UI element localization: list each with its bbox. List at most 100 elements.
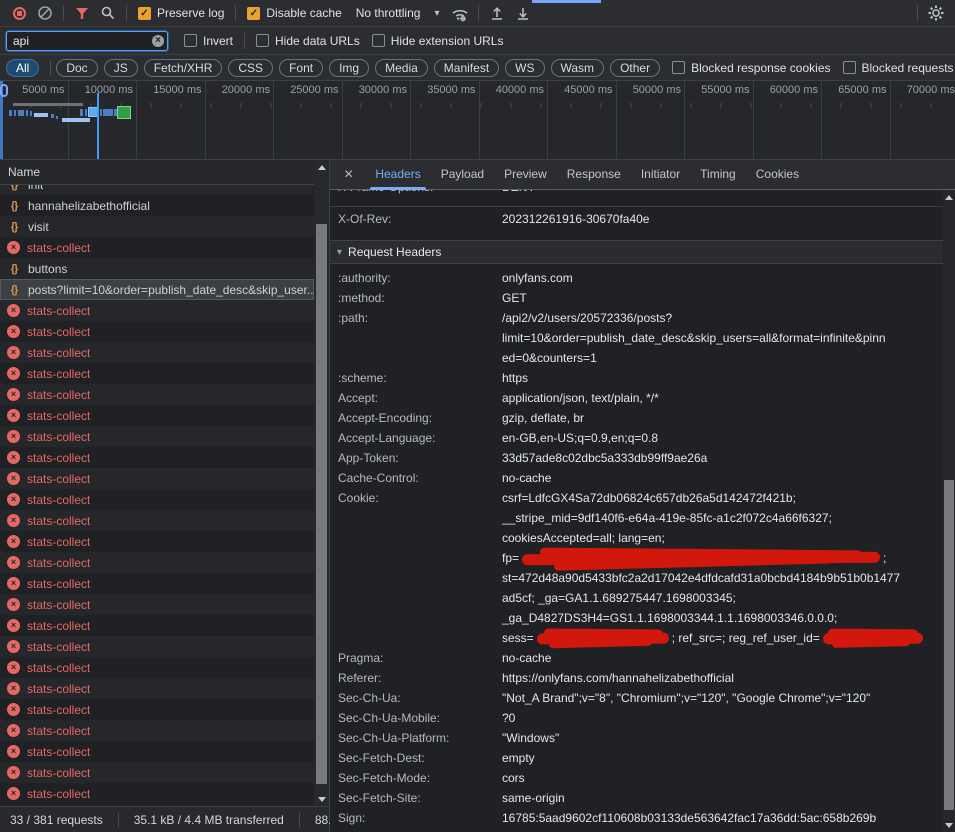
scrollbar-thumb[interactable] (944, 480, 954, 810)
scroll-down-button[interactable] (943, 818, 955, 832)
request-row[interactable]: × stats-collect (0, 405, 314, 426)
import-har-button[interactable] (484, 2, 510, 24)
resource-type-icon: × (7, 745, 20, 758)
export-har-button[interactable] (510, 2, 536, 24)
hide-data-urls-label: Hide data URLs (275, 34, 360, 48)
type-chip[interactable]: WS (505, 59, 544, 77)
request-list-scrollbar[interactable] (314, 160, 329, 806)
request-row[interactable]: × stats-collect (0, 426, 314, 447)
type-chip[interactable]: Manifest (434, 59, 499, 77)
request-row[interactable]: × stats-collect (0, 363, 314, 384)
header-row: :scheme: https (330, 368, 943, 388)
resource-type-icon: × (7, 577, 20, 590)
request-row[interactable]: × stats-collect (0, 594, 314, 615)
request-row[interactable]: × stats-collect (0, 741, 314, 762)
type-chip[interactable]: Doc (56, 59, 97, 77)
filter-input[interactable] (6, 31, 168, 51)
request-row[interactable]: × stats-collect (0, 657, 314, 678)
devtools-settings-button[interactable] (923, 2, 949, 24)
clear-log-button[interactable] (32, 2, 58, 24)
disable-cache-checkbox[interactable]: ✓ Disable cache (247, 6, 341, 20)
request-row[interactable]: × stats-collect (0, 636, 314, 657)
scroll-up-button[interactable] (943, 190, 955, 204)
request-row[interactable]: × stats-collect (0, 342, 314, 363)
details-tab[interactable]: Response (557, 160, 631, 190)
request-row[interactable]: × stats-collect (0, 573, 314, 594)
type-chip-all[interactable]: All (6, 59, 39, 77)
close-details-button[interactable]: × (344, 167, 353, 183)
invert-label: Invert (203, 34, 233, 48)
details-scrollbar[interactable] (943, 190, 955, 832)
request-row[interactable]: × stats-collect (0, 384, 314, 405)
scroll-up-button[interactable] (314, 160, 329, 174)
details-tab[interactable]: Payload (431, 160, 494, 190)
type-chip[interactable]: Fetch/XHR (144, 59, 223, 77)
request-row[interactable]: × stats-collect (0, 447, 314, 468)
type-chip[interactable]: Wasm (551, 59, 605, 77)
clear-filter-icon[interactable]: × (152, 35, 164, 47)
details-tab[interactable]: Preview (494, 160, 557, 190)
search-button[interactable] (95, 2, 121, 24)
request-row[interactable]: {} visit (0, 216, 314, 237)
header-row: :authority: onlyfans.com (330, 268, 943, 288)
request-headers-list: :authority: onlyfans.com :method: GET :p… (330, 264, 943, 832)
request-headers-section-header[interactable]: ▾ Request Headers (330, 240, 943, 264)
invert-checkbox[interactable]: Invert (184, 34, 233, 48)
request-row[interactable]: × stats-collect (0, 783, 314, 804)
request-row[interactable]: {} buttons (0, 258, 314, 279)
details-tab[interactable]: Headers (365, 160, 430, 190)
header-name: Sec-Fetch-Mode: (330, 768, 502, 788)
type-chip[interactable]: Font (279, 59, 323, 77)
type-chip[interactable]: Img (329, 59, 369, 77)
scrollbar-thumb[interactable] (316, 224, 327, 784)
header-value: en-GB,en-US;q=0.9,en;q=0.8 (502, 428, 943, 448)
details-tab[interactable]: Initiator (631, 160, 690, 190)
resource-type-icon: × (7, 703, 20, 716)
request-row[interactable]: {} init (0, 185, 314, 195)
request-row[interactable]: {} posts?limit=10&order=publish_date_des… (0, 279, 314, 300)
preserve-log-checkbox[interactable]: ✓ Preserve log (138, 6, 224, 20)
request-row[interactable]: × stats-collect (0, 510, 314, 531)
request-row[interactable]: × stats-collect (0, 531, 314, 552)
throttling-select[interactable]: No throttling ▾ (356, 6, 440, 20)
hide-extension-urls-checkbox[interactable]: Hide extension URLs (372, 34, 504, 48)
request-row[interactable]: × stats-collect (0, 237, 314, 258)
network-overview-timeline[interactable]: 5000 ms 10000 ms 15000 ms 20000 ms 25000… (0, 81, 955, 160)
type-chip[interactable]: CSS (228, 59, 273, 77)
header-row: Pragma: no-cache (330, 648, 943, 668)
type-chip[interactable]: Other (610, 59, 660, 77)
request-row[interactable]: × stats-collect (0, 321, 314, 342)
blocked-filter-checkbox[interactable]: Blocked requests (843, 61, 954, 75)
request-row[interactable]: {} hannahelizabethofficial (0, 195, 314, 216)
resource-type-icon: {} (7, 263, 21, 275)
request-row[interactable]: × stats-collect (0, 762, 314, 783)
request-row[interactable]: × stats-collect (0, 615, 314, 636)
checkbox-checked-icon: ✓ (247, 7, 260, 20)
request-row[interactable]: × stats-collect (0, 468, 314, 489)
request-row[interactable]: × stats-collect (0, 489, 314, 510)
blocked-filter-checkbox[interactable]: Blocked response cookies (672, 61, 830, 75)
request-name: stats-collect (27, 493, 90, 507)
record-toggle-button[interactable] (6, 2, 32, 24)
type-chip[interactable]: JS (104, 59, 138, 77)
network-conditions-button[interactable] (447, 2, 473, 24)
request-row[interactable]: × stats-collect (0, 699, 314, 720)
request-row[interactable]: × stats-collect (0, 678, 314, 699)
filter-toggle-button[interactable] (69, 2, 95, 24)
type-chip[interactable]: Media (375, 59, 428, 77)
details-tab[interactable]: Cookies (746, 160, 809, 190)
header-value: same-origin (502, 788, 943, 808)
request-row[interactable]: × stats-collect (0, 552, 314, 573)
details-tab[interactable]: Timing (690, 160, 746, 190)
chevron-down-icon: ▾ (434, 8, 439, 19)
name-column-header[interactable]: Name (0, 160, 329, 185)
gear-icon (927, 4, 945, 22)
cookie-line: cookiesAccepted=all; lang=en; (502, 528, 943, 548)
request-row[interactable]: × stats-collect (0, 720, 314, 741)
request-row[interactable]: × stats-collect (0, 300, 314, 321)
export-icon (515, 5, 531, 21)
summary-divider (118, 813, 119, 827)
redaction-mark (823, 633, 923, 645)
hide-data-urls-checkbox[interactable]: Hide data URLs (256, 34, 360, 48)
scroll-down-button[interactable] (314, 792, 329, 806)
